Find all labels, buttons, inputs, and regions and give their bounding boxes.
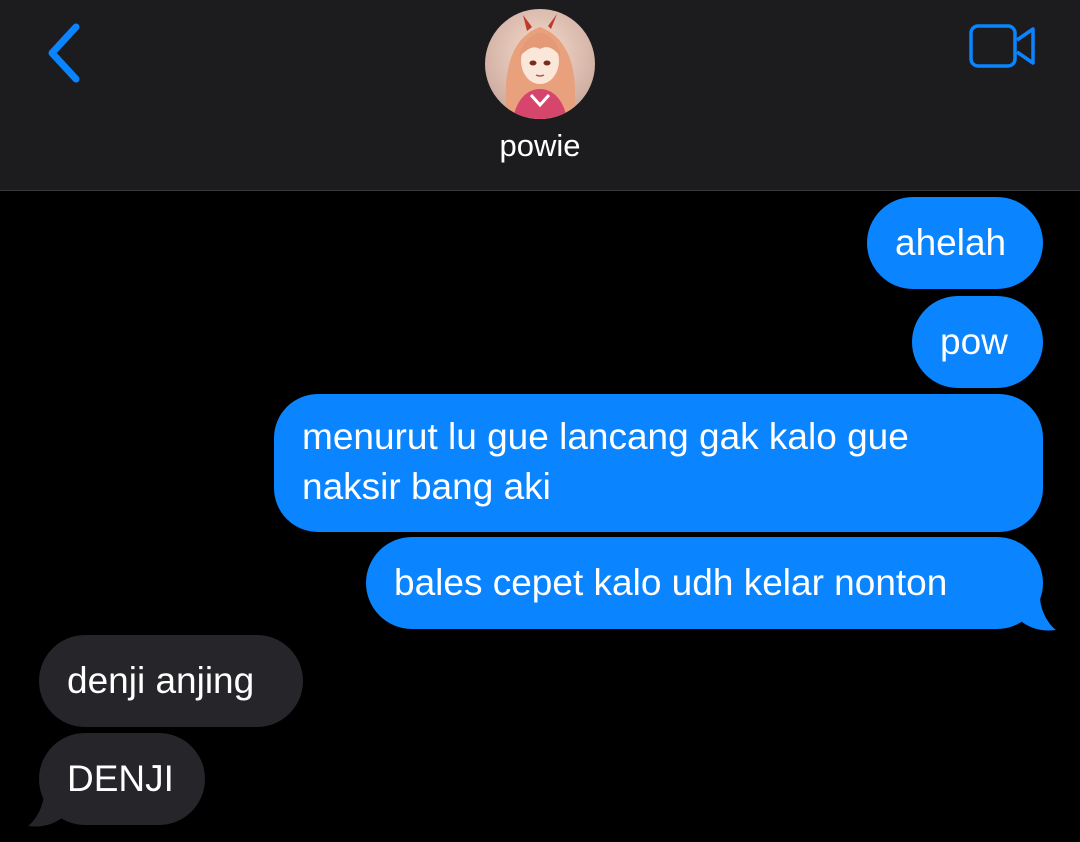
message-bubble-sent[interactable]: pow [912, 296, 1043, 388]
message-bubble-sent[interactable]: menurut lu gue lancang gak kalo gue naks… [274, 394, 1043, 532]
chevron-left-icon [48, 23, 80, 83]
message-text: ahelah [895, 222, 1007, 263]
avatar-image [485, 9, 595, 119]
message-bubble-received[interactable]: denji anjing [39, 635, 303, 727]
message-text: bales cepet kalo udh kelar nonton [394, 562, 948, 603]
message-bubble-sent[interactable]: bales cepet kalo udh kelar nonton [366, 537, 1043, 629]
video-call-button[interactable] [964, 18, 1042, 74]
contact-name[interactable]: powie [390, 128, 690, 164]
back-button[interactable] [36, 20, 92, 86]
sent-bubble-tail [1018, 596, 1056, 631]
message-bubble-sent[interactable]: ahelah [867, 197, 1043, 289]
video-camera-icon [969, 24, 1035, 68]
message-text-line: menurut lu gue lancang gak kalo gue [302, 416, 909, 457]
message-text: DENJI [67, 758, 174, 799]
message-text: pow [940, 321, 1008, 362]
contact-avatar[interactable] [485, 9, 595, 119]
received-bubble-tail [28, 792, 66, 827]
conversation-header: powie [0, 0, 1080, 191]
message-text-line: naksir bang aki [302, 466, 551, 507]
message-text: denji anjing [67, 660, 255, 701]
